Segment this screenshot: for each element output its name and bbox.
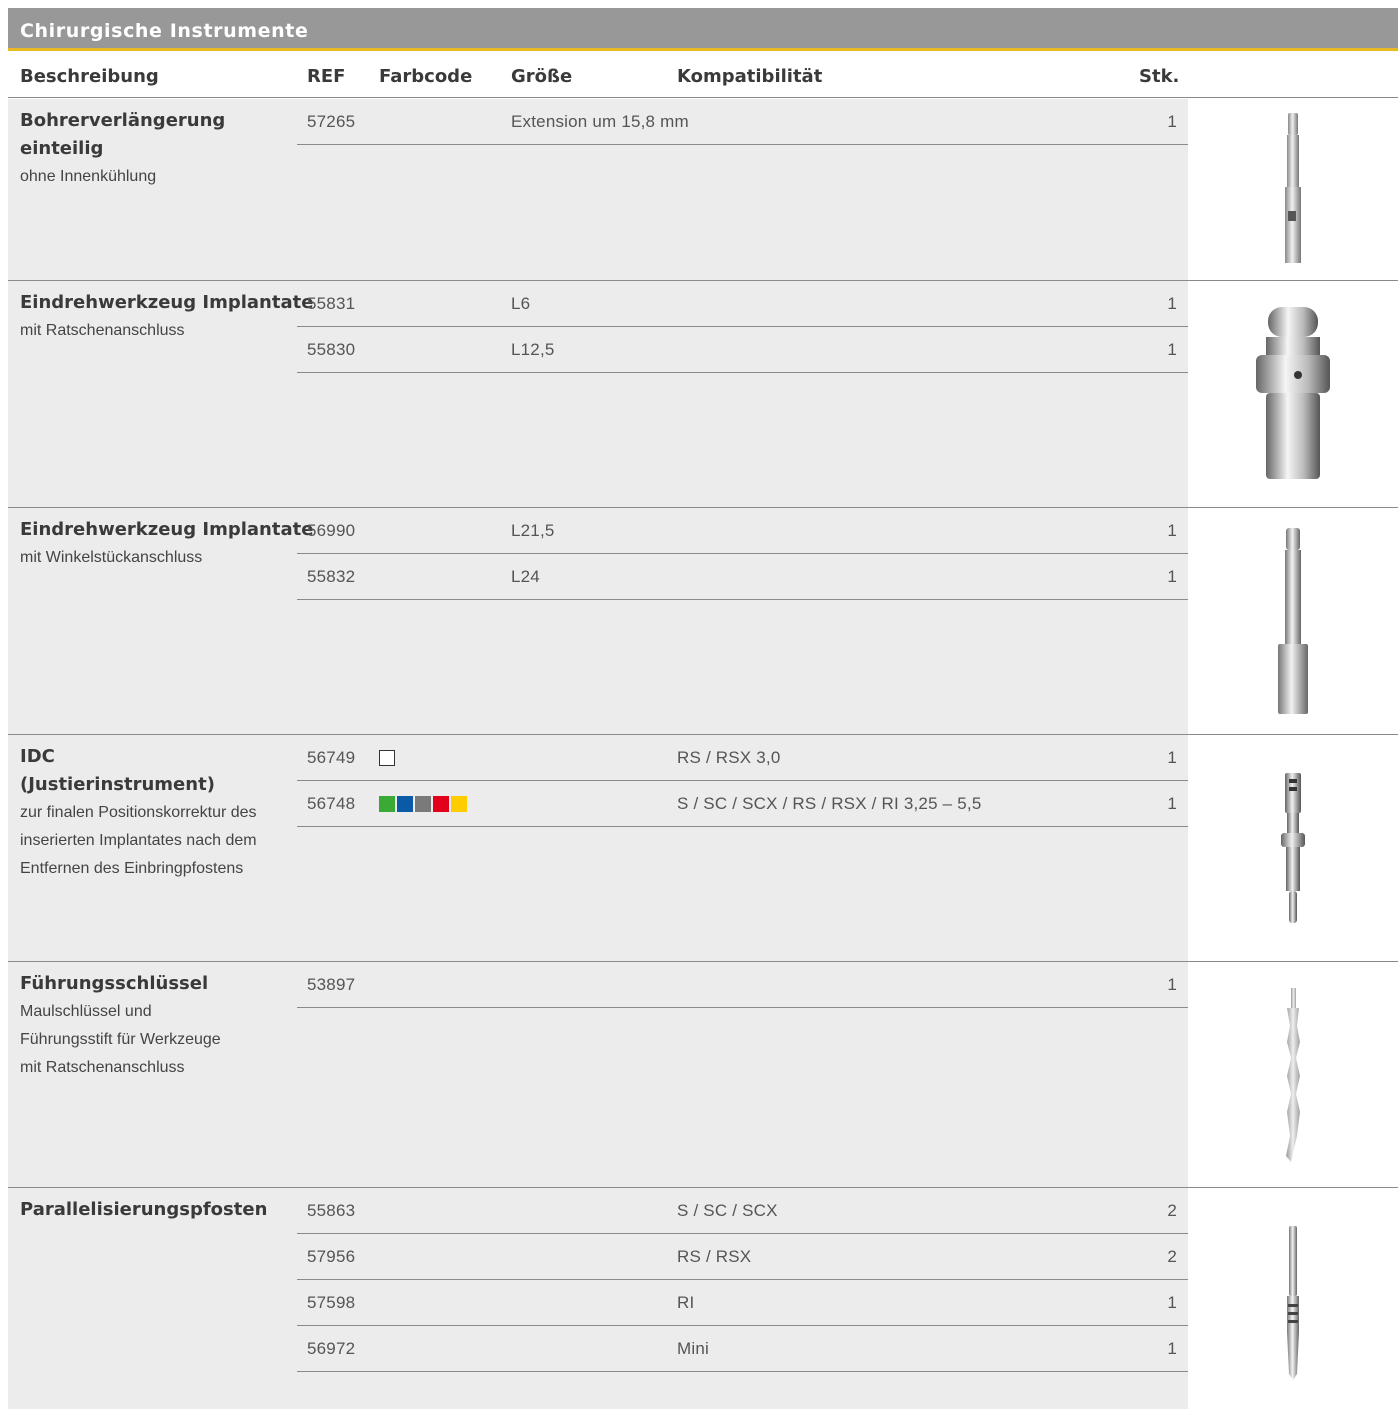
col-ref: REF (307, 66, 346, 87)
size-cell: L6 (511, 294, 531, 313)
table-row: 53897 1 (297, 962, 1189, 1008)
drill-extension-icon (1285, 113, 1301, 263)
product-title: einteilig (20, 138, 104, 159)
ref-cell: 57265 (307, 112, 356, 131)
table-row: 56972 Mini 1 (297, 1326, 1189, 1372)
table-header: Beschreibung REF Farbcode Größe Kompatib… (8, 54, 1398, 98)
idc-adjustment-instrument-icon (1281, 773, 1305, 923)
ref-cell: 56972 (307, 1339, 356, 1358)
qty-cell: 1 (1167, 975, 1177, 994)
color-code (379, 750, 395, 766)
ref-cell: 55832 (307, 567, 356, 586)
size-cell: Extension um 15,8 mm (511, 112, 689, 131)
table-row: 57265 Extension um 15,8 mm 1 (297, 99, 1189, 145)
product-subtitle: mit Ratschenanschluss (20, 1059, 185, 1076)
qty-cell: 1 (1167, 340, 1177, 359)
color-swatch-red (433, 796, 449, 812)
color-swatch-white (379, 750, 395, 766)
table-row: 55830 L12,5 1 (297, 327, 1189, 373)
product-subtitle: ohne Innenkühlung (20, 168, 157, 185)
product-subtitle: inserierten Implantates nach dem (20, 832, 257, 849)
product-section: Parallelisierungspfosten 55863 S / SC / … (8, 1188, 1398, 1409)
ref-cell: 56748 (307, 794, 356, 813)
qty-cell: 1 (1167, 1339, 1177, 1358)
col-compat: Kompatibilität (677, 66, 823, 87)
ref-cell: 57956 (307, 1247, 356, 1266)
color-code (379, 796, 467, 812)
qty-cell: 1 (1167, 521, 1177, 540)
table-row: 56749 RS / RSX 3,0 1 (297, 735, 1189, 781)
product-section: Eindrehwerkzeug Implantate mit Winkelstü… (8, 508, 1398, 735)
ref-cell: 55831 (307, 294, 356, 313)
col-size: Größe (511, 66, 573, 87)
qty-cell: 1 (1167, 567, 1177, 586)
table-row: 57598 RI 1 (297, 1280, 1189, 1326)
qty-cell: 2 (1167, 1247, 1177, 1266)
ref-cell: 55863 (307, 1201, 356, 1220)
ref-cell: 56990 (307, 521, 356, 540)
section-title-bar: Chirurgische Instrumente (8, 8, 1398, 51)
compat-cell: S / SC / SCX (677, 1201, 778, 1220)
product-image-panel (1188, 1188, 1398, 1409)
product-title: IDC (20, 746, 55, 767)
product-image-panel (1188, 735, 1398, 961)
ref-cell: 57598 (307, 1293, 356, 1312)
product-section: Bohrerverlängerung einteilig ohne Innenk… (8, 99, 1398, 281)
ratchet-insertion-tool-icon (1256, 307, 1330, 479)
product-subtitle: Maulschlüssel und (20, 1003, 152, 1020)
product-title: (Justierinstrument) (20, 774, 215, 795)
size-cell: L24 (511, 567, 540, 586)
col-farbcode: Farbcode (379, 66, 473, 87)
size-cell: L21,5 (511, 521, 555, 540)
product-subtitle: zur finalen Positionskorrektur des (20, 804, 257, 821)
color-swatch-grey (415, 796, 431, 812)
contra-angle-insertion-tool-icon (1278, 528, 1308, 714)
product-title: Führungsschlüssel (20, 973, 209, 994)
product-subtitle: Führungsstift für Werkzeuge (20, 1031, 221, 1048)
product-image-panel (1188, 508, 1398, 734)
product-section: IDC (Justierinstrument) zur finalen Posi… (8, 735, 1398, 962)
color-swatch-blue (397, 796, 413, 812)
size-cell: L12,5 (511, 340, 555, 359)
product-image-panel (1188, 962, 1398, 1187)
ref-cell: 55830 (307, 340, 356, 359)
col-description: Beschreibung (20, 66, 159, 87)
table-row: 56748 S / SC / SCX / RS / RSX / RI 3,25 … (297, 781, 1189, 827)
product-title: Eindrehwerkzeug Implantate (20, 519, 314, 540)
compat-cell: RS / RSX 3,0 (677, 748, 781, 767)
compat-cell: Mini (677, 1339, 709, 1358)
qty-cell: 1 (1167, 112, 1177, 131)
product-image-panel (1188, 281, 1398, 507)
table-row: 57956 RS / RSX 2 (297, 1234, 1189, 1280)
col-qty: Stk. (1139, 66, 1180, 87)
qty-cell: 1 (1167, 748, 1177, 767)
product-section: Eindrehwerkzeug Implantate mit Ratschena… (8, 281, 1398, 508)
qty-cell: 1 (1167, 1293, 1177, 1312)
ref-cell: 56749 (307, 748, 356, 767)
product-subtitle: mit Winkelstückanschluss (20, 549, 203, 566)
qty-cell: 2 (1167, 1201, 1177, 1220)
product-title: Parallelisierungspfosten (20, 1199, 268, 1220)
ref-cell: 53897 (307, 975, 356, 994)
product-title: Bohrerverlängerung (20, 110, 226, 131)
compat-cell: RS / RSX (677, 1247, 752, 1266)
guide-key-icon (1286, 988, 1300, 1162)
product-title: Eindrehwerkzeug Implantate (20, 292, 314, 313)
table-row: 55831 L6 1 (297, 281, 1189, 327)
section-title: Chirurgische Instrumente (20, 20, 309, 42)
parallel-post-icon (1287, 1226, 1299, 1380)
color-swatch-yellow (451, 796, 467, 812)
color-swatch-green (379, 796, 395, 812)
qty-cell: 1 (1167, 294, 1177, 313)
qty-cell: 1 (1167, 794, 1177, 813)
product-subtitle: Entfernen des Einbringpfostens (20, 860, 244, 877)
table-row: 56990 L21,5 1 (297, 508, 1189, 554)
product-subtitle: mit Ratschenanschluss (20, 322, 185, 339)
table-row: 55863 S / SC / SCX 2 (297, 1188, 1189, 1234)
compat-cell: RI (677, 1293, 695, 1312)
product-section: Führungsschlüssel Maulschlüssel und Führ… (8, 962, 1398, 1188)
table-row: 55832 L24 1 (297, 554, 1189, 600)
product-image-panel (1188, 99, 1398, 280)
compat-cell: S / SC / SCX / RS / RSX / RI 3,25 – 5,5 (677, 794, 982, 813)
